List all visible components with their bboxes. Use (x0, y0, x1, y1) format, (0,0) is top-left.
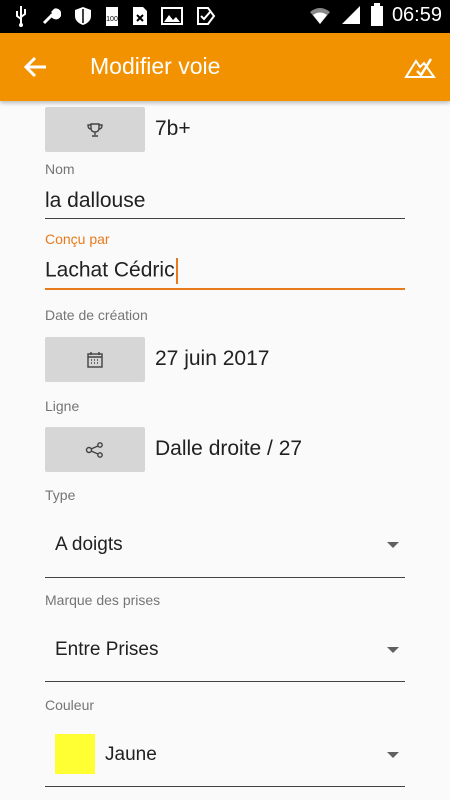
holds-brand-dropdown[interactable]: Entre Prises (45, 620, 405, 680)
checkmark-icon (197, 7, 216, 25)
text-cursor (175, 258, 178, 284)
app-bar: Modifier voie (0, 33, 450, 101)
color-underline (45, 786, 405, 787)
type-selected: A doigts (55, 534, 123, 555)
system-icons: 06:59 (308, 3, 442, 27)
share-icon (85, 441, 103, 458)
holds-brand-selected: Entre Prises (55, 639, 159, 660)
name-underline (45, 218, 405, 219)
color-dropdown[interactable]: Jaune (45, 725, 405, 785)
mountain-check-icon (404, 58, 436, 78)
grade-value: 7b+ (155, 117, 191, 140)
shield-icon (75, 7, 91, 25)
line-label: Ligne (45, 398, 80, 414)
trophy-icon (87, 122, 103, 137)
battery-icon (370, 3, 383, 26)
wifi-icon (309, 8, 330, 24)
creation-date-label: Date de création (45, 307, 148, 323)
creation-date-value: 27 juin 2017 (155, 347, 270, 370)
designer-value: Lachat Cédric (45, 258, 175, 282)
save-route-button[interactable] (404, 53, 436, 81)
name-input[interactable]: la dallouse (45, 189, 145, 213)
chevron-down-icon (387, 647, 399, 653)
designer-input[interactable]: Lachat Cédric (45, 258, 178, 288)
type-underline (45, 577, 405, 578)
line-select-button[interactable] (45, 427, 145, 472)
line-value: Dalle droite / 27 (155, 437, 303, 460)
color-label: Couleur (45, 697, 95, 713)
notification-icons: 100 (14, 5, 216, 27)
image-icon (161, 7, 183, 25)
route-form: 7b+ Nom la dallouse Conçu par Lachat Céd… (0, 101, 450, 800)
date-picker-button[interactable] (45, 337, 145, 382)
calendar-icon (87, 351, 103, 368)
color-swatch (55, 734, 95, 774)
grade-button[interactable] (45, 107, 145, 152)
page-title: Modifier voie (90, 53, 221, 79)
color-selected: Jaune (105, 744, 157, 765)
status-bar: 100 06:59 (0, 0, 450, 33)
wrench-icon (42, 8, 61, 25)
arrow-back-icon (23, 56, 46, 78)
holds-brand-underline (45, 681, 405, 682)
chevron-down-icon (387, 752, 399, 758)
chevron-down-icon (387, 542, 399, 548)
designer-label: Conçu par (45, 231, 110, 247)
clock: 06:59 (391, 3, 442, 26)
name-label: Nom (45, 161, 75, 177)
battery-full-icon: 100 (106, 7, 118, 26)
designer-underline (45, 288, 405, 290)
sim-icon (133, 7, 147, 25)
holds-brand-label: Marque des prises (45, 592, 161, 608)
svg-text:100: 100 (106, 16, 118, 23)
signal-icon (341, 6, 360, 24)
back-button[interactable] (22, 53, 50, 81)
usb-icon (16, 6, 26, 27)
type-dropdown[interactable]: A doigts (45, 516, 405, 576)
type-label: Type (45, 487, 76, 503)
